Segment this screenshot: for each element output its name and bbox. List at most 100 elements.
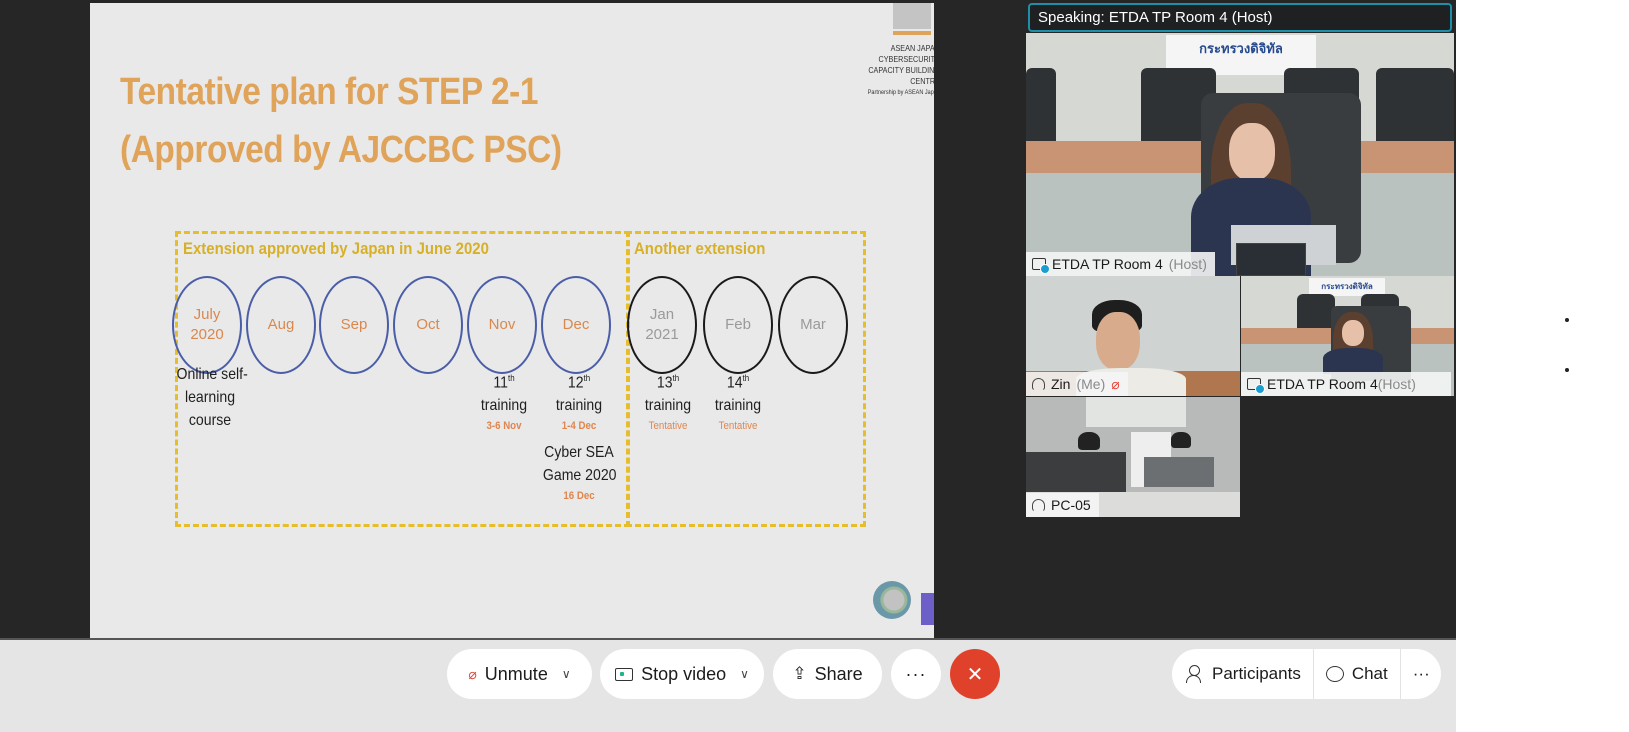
person-face: [1096, 312, 1140, 370]
chevron-down-icon[interactable]: ∨: [562, 667, 571, 681]
more-options-button[interactable]: ···: [891, 649, 941, 699]
video-camera-icon: [615, 667, 634, 681]
person-hair: [1078, 432, 1100, 450]
logo-line: ASEAN JAPAN: [890, 43, 940, 53]
stop-video-label: Stop video: [641, 663, 727, 684]
meeting-window: ASEAN JAPAN CYBERSECURITY CAPACITY BUILD…: [0, 0, 1629, 732]
month-circle: Feb: [703, 276, 773, 374]
name-tag-pc05: PC-05: [1026, 493, 1099, 517]
training-number: 12: [567, 374, 584, 392]
panel-resize-handle-icon[interactable]: [1565, 318, 1569, 322]
participant-role: (Host): [1377, 376, 1416, 392]
person-hair: [1171, 432, 1191, 448]
month-name: Jan: [649, 306, 675, 323]
video-tile-etda-main[interactable]: กระทรวงดิจิทัล ETDA TP Room 4 (Host): [1026, 33, 1454, 276]
month-label: July 2020: [190, 305, 223, 345]
logo-line: CYBERSECURITY: [878, 54, 940, 64]
month-circle: Nov: [467, 276, 537, 374]
training-date: Tentative: [648, 420, 688, 433]
month-name: Oct: [416, 316, 440, 333]
more-icon: ···: [905, 663, 927, 684]
participants-button[interactable]: Participants: [1172, 649, 1314, 699]
month-circle: Jan 2021: [627, 276, 697, 374]
month-label: Nov: [489, 315, 516, 335]
more-panel-options-button[interactable]: ···: [1401, 649, 1442, 699]
month-year: 2020: [190, 326, 224, 343]
video-tile-pc05[interactable]: PC-05: [1026, 397, 1240, 517]
logo-accent-bar: [893, 31, 931, 35]
room-device-icon: [1032, 258, 1050, 274]
note-july: Online self- learning course: [176, 363, 248, 432]
training-number: 13: [656, 374, 673, 392]
person-body: [1323, 348, 1383, 374]
participant-name: ETDA TP Room 4: [1052, 256, 1163, 272]
shared-slide: ASEAN JAPAN CYBERSECURITY CAPACITY BUILD…: [90, 3, 970, 663]
note-line: Online self-: [176, 366, 248, 383]
logo-line: CENTRE: [910, 76, 940, 86]
panel-controls: Participants Chat ···: [1172, 649, 1441, 699]
end-call-button[interactable]: ✕: [950, 649, 1000, 699]
panel-resize-handle-icon[interactable]: [1565, 368, 1569, 372]
training-label: training: [480, 397, 528, 415]
ordinal-suffix: th: [672, 373, 680, 383]
note-line: course: [188, 412, 232, 429]
more-icon: ···: [1412, 664, 1430, 683]
self-view-pip: [1236, 243, 1306, 276]
note-line: learning: [184, 389, 236, 406]
logo-tagline: Partnership by ASEAN Japan: [867, 89, 940, 96]
month-name: Nov: [488, 316, 516, 333]
month-label: Sep: [341, 315, 368, 335]
laptop: [1026, 452, 1126, 497]
training-label: training: [644, 397, 692, 415]
month-name: Aug: [267, 316, 295, 333]
participant-role: (Host): [1168, 256, 1207, 272]
month-circle: Mar: [778, 276, 848, 374]
month-label: Feb: [725, 315, 751, 335]
chair: [1376, 68, 1454, 148]
mic-muted-icon: ⌀: [1111, 376, 1120, 392]
ceiling: [1086, 397, 1186, 427]
presenter-widget-icon[interactable]: [873, 581, 911, 619]
speaking-prefix: Speaking:: [1038, 9, 1105, 26]
chat-label: Chat: [1351, 664, 1388, 683]
training-number: 14: [726, 374, 743, 392]
unmute-button[interactable]: ⌀ Unmute ∨: [447, 649, 592, 699]
name-tag-etda-main: ETDA TP Room 4 (Host): [1026, 252, 1215, 276]
participant-name: PC-05: [1051, 497, 1091, 513]
month-name: Mar: [800, 316, 826, 333]
chevron-down-icon[interactable]: ∨: [740, 667, 749, 681]
share-button[interactable]: ⇪ Share: [773, 649, 882, 699]
logo-graphic: [893, 3, 931, 29]
person-face: [1342, 320, 1364, 346]
participants-icon: [1186, 665, 1204, 683]
month-label: Mar: [800, 315, 826, 335]
video-tile-zin[interactable]: Zin (Me) ⌀: [1026, 276, 1240, 396]
event-line: Game 2020: [542, 467, 617, 485]
training-label: training: [555, 397, 603, 415]
participants-label: Participants: [1212, 664, 1301, 683]
stop-video-button[interactable]: Stop video ∨: [600, 649, 764, 699]
sign-text: กระทรวงดิจิทัล: [1199, 42, 1283, 57]
note-feb: 14th training Tentative: [705, 367, 772, 435]
month-circle: Aug: [246, 276, 316, 374]
month-year: 2021: [645, 326, 679, 343]
speaking-name: ETDA TP Room 4 (Host): [1108, 9, 1273, 26]
active-speaker-banner: Speaking: ETDA TP Room 4 (Host): [1028, 3, 1452, 32]
sign-text: กระทรวงดิจิทัล: [1321, 282, 1373, 291]
chair: [1026, 68, 1056, 148]
unmute-label: Unmute: [484, 663, 548, 684]
laptop: [1144, 457, 1214, 487]
video-tile-etda-small[interactable]: กระทรวงดิจิทัล ETDA TP Room 4 (Host): [1241, 276, 1454, 396]
month-name: Dec: [562, 316, 590, 333]
approved-extension-label: Extension approved by Japan in June 2020: [183, 239, 489, 258]
slide-corner-marker: [921, 593, 935, 625]
month-label: Jan 2021: [645, 305, 678, 345]
training-label: training: [714, 397, 762, 415]
ordinal-suffix: th: [583, 373, 591, 383]
mic-muted-icon: ⌀: [468, 665, 477, 682]
chat-button[interactable]: Chat: [1314, 649, 1401, 699]
training-date: 3-6 Nov: [486, 420, 522, 433]
month-name: Feb: [725, 316, 751, 333]
participant-name: ETDA TP Room 4: [1267, 376, 1378, 392]
participant-role: (Me): [1076, 376, 1106, 392]
